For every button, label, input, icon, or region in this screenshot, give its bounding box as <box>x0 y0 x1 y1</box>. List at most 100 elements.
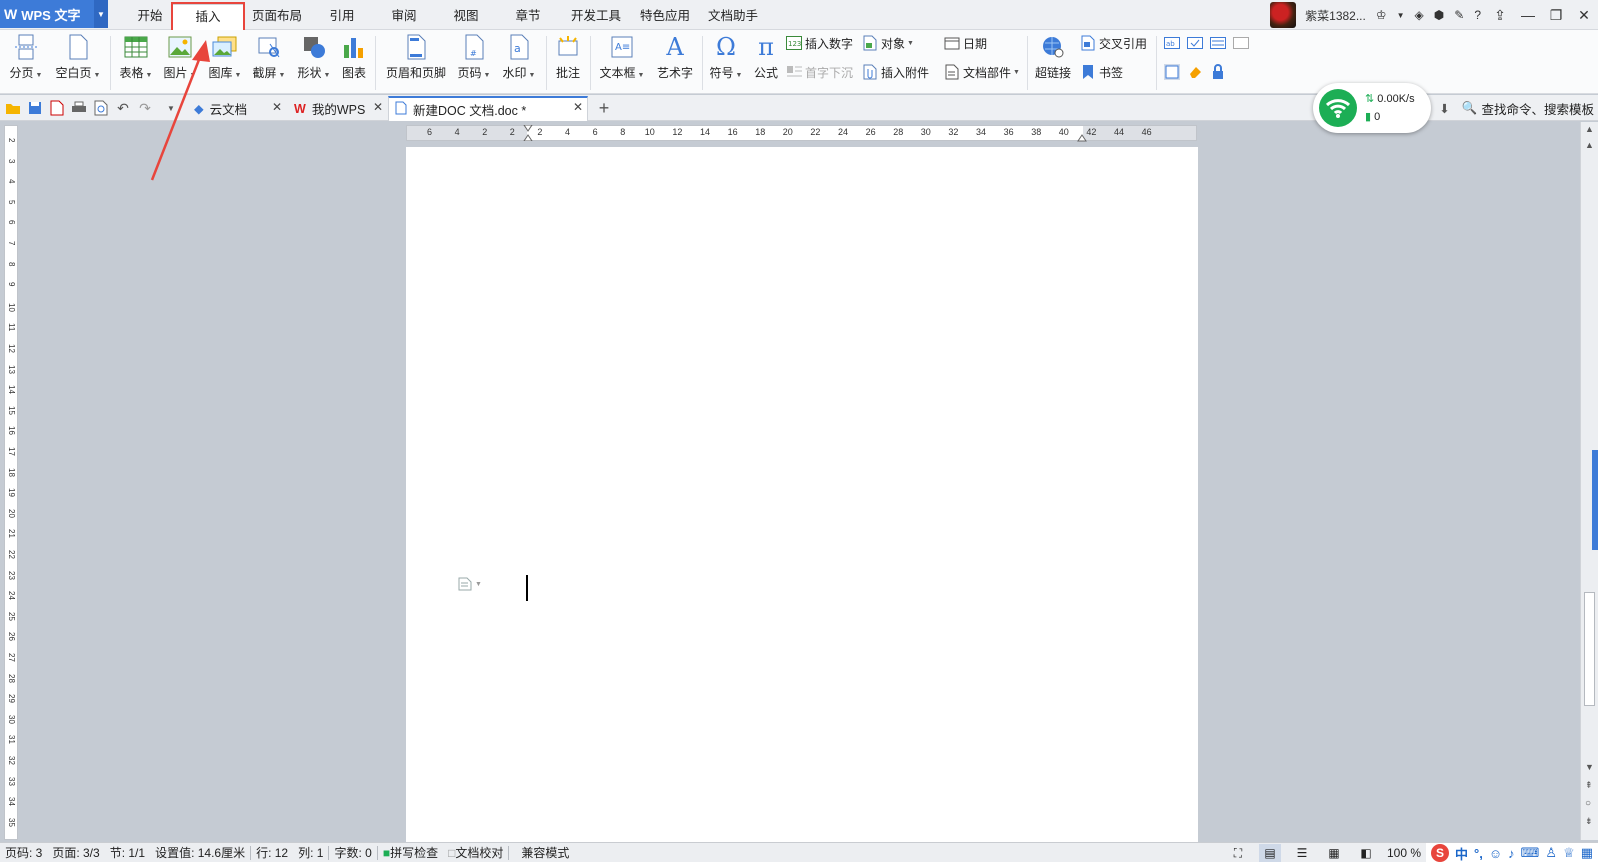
page-number-button[interactable]: # 页码 ▼ <box>455 33 493 81</box>
feedback-icon[interactable]: ✎ <box>1454 8 1464 22</box>
page-break-button[interactable]: 分页 ▼ <box>8 33 44 81</box>
header-footer-button[interactable]: 页眉和页脚 <box>385 33 447 81</box>
status-setting[interactable]: 设置值: 14.6厘米 <box>150 844 250 861</box>
new-tab-icon[interactable]: + <box>594 98 614 118</box>
scroll-up-icon[interactable]: ▲ <box>1585 124 1594 134</box>
right-indent-marker[interactable] <box>1077 132 1087 142</box>
share-icon[interactable]: ⇪ <box>1486 1 1514 29</box>
status-pages[interactable]: 页面: 3/3 <box>47 844 104 861</box>
ime-mode[interactable]: 中 <box>1455 844 1468 862</box>
tab-features[interactable]: 特色应用 <box>636 4 694 28</box>
close-icon[interactable]: ✕ <box>272 100 282 114</box>
dropdown-field-icon[interactable] <box>1210 35 1226 51</box>
network-speed-widget[interactable]: ⇅ 0.00K/s ▮ 0 <box>1313 83 1431 133</box>
status-words[interactable]: 字数: 0 <box>329 844 376 861</box>
sogou-icon[interactable]: S <box>1431 844 1450 862</box>
avatar[interactable] <box>1270 2 1297 28</box>
horizontal-ruler[interactable]: 6 4 2 2 2 4 6 8 10 12 14 16 18 20 22 24 26 28 30 32 34 36 38 40… <box>406 125 1197 142</box>
gallery-button[interactable]: 图库 ▼ <box>205 33 245 81</box>
prev-page-icon[interactable]: ⇞ <box>1585 780 1593 791</box>
close-icon[interactable]: ✕ <box>573 100 583 114</box>
zoom-level[interactable]: 100 % <box>1382 846 1426 860</box>
checkbox-icon[interactable] <box>1187 35 1203 51</box>
formula-button[interactable]: π 公式 <box>752 33 780 81</box>
print-preview-icon[interactable] <box>92 99 110 117</box>
insert-number-button[interactable]: 123 插入数字 <box>786 33 853 53</box>
mic-icon[interactable]: ♪ <box>1508 846 1515 861</box>
object-button[interactable]: 对象 ▼ <box>862 33 914 53</box>
lock-icon[interactable] <box>1210 64 1226 80</box>
shape-button[interactable]: 形状 ▼ <box>295 33 333 81</box>
page-view-icon[interactable]: ▤ <box>1258 844 1281 862</box>
tab-doc-assistant[interactable]: 文档助手 <box>704 4 762 28</box>
undo-icon[interactable]: ↶ <box>114 99 132 117</box>
status-section[interactable]: 节: 1/1 <box>105 844 150 861</box>
screenshot-button[interactable]: 截屏 ▼ <box>250 33 288 81</box>
qat-dropdown-icon[interactable]: ▼ <box>162 99 180 117</box>
app-dropdown-icon[interactable]: ▼ <box>94 0 108 28</box>
status-col[interactable]: 列: 1 <box>293 844 328 861</box>
indent-marker[interactable] <box>523 125 533 141</box>
status-page[interactable]: 页码: 3 <box>0 844 47 861</box>
settings-icon[interactable]: ⬢ <box>1434 8 1444 22</box>
attachment-button[interactable]: 插入附件 <box>862 62 929 82</box>
form-shading-icon[interactable] <box>1164 64 1180 80</box>
drop-cap-button[interactable]: 首字下沉 <box>786 62 853 82</box>
wordart-button[interactable]: A 艺术字 <box>655 33 695 81</box>
chevron-down-icon[interactable]: ▼ <box>1397 11 1405 20</box>
app-menu-button[interactable]: W WPS 文字 ▼ <box>0 0 108 28</box>
browse-object-icon[interactable]: ○ <box>1585 798 1591 809</box>
skin-icon[interactable]: ♕ <box>1563 845 1575 861</box>
open-folder-icon[interactable] <box>4 99 22 117</box>
symbol-button[interactable]: Ω 符号 ▼ <box>708 33 744 81</box>
next-page-icon[interactable]: ⇟ <box>1585 816 1593 827</box>
cross-ref-button[interactable]: 交叉引用 <box>1080 33 1147 53</box>
bookmark-button[interactable]: 书签 <box>1080 62 1123 82</box>
tab-chapter[interactable]: 章节 <box>506 4 550 28</box>
textbox-button[interactable]: A≡ 文本框 ▼ <box>598 33 646 81</box>
punctuation-icon[interactable]: °, <box>1474 846 1483 861</box>
pin-icon[interactable]: ⬇ <box>1439 101 1449 116</box>
watermark-button[interactable]: a 水印 ▼ <box>500 33 538 81</box>
toolbox-icon[interactable]: ▦ <box>1581 845 1593 861</box>
keyboard-icon[interactable]: ⌨ <box>1521 845 1540 861</box>
table-button[interactable]: 表格 ▼ <box>117 33 155 81</box>
minimize-icon[interactable]: — <box>1514 1 1542 29</box>
scroll-up-icon[interactable]: ▲ <box>1585 140 1594 150</box>
web-view-icon[interactable]: ▦ <box>1323 844 1345 862</box>
fullscreen-icon[interactable]: ⛶ <box>1227 844 1249 862</box>
tab-start[interactable]: 开始 <box>128 4 172 28</box>
outline-view-icon[interactable]: ☰ <box>1291 844 1313 862</box>
tab-developer[interactable]: 开发工具 <box>567 4 625 28</box>
close-icon[interactable]: ✕ <box>1570 1 1598 29</box>
hyperlink-button[interactable]: 超链接 <box>1033 33 1073 81</box>
crown-icon[interactable]: ♔ <box>1376 8 1387 22</box>
doc-parts-button[interactable]: 文档部件 ▼ <box>944 62 1020 82</box>
vertical-ruler[interactable]: 2 3 4 5 6 7 8 9 10 11 12 13 14 15 16 17 18 19 20 21 22 23 24 25… <box>4 125 18 840</box>
date-button[interactable]: 日期 <box>944 33 987 53</box>
redo-icon[interactable]: ↷ <box>136 99 154 117</box>
side-panel-tab[interactable] <box>1592 450 1598 550</box>
comment-button[interactable]: 批注 <box>553 33 583 81</box>
reading-mode-icon[interactable]: ◧ <box>1355 844 1377 862</box>
emoji-icon[interactable]: ☺ <box>1489 846 1502 861</box>
scroll-thumb[interactable] <box>1584 592 1595 706</box>
proofread-toggle[interactable]: □文档校对 <box>443 844 508 861</box>
blank-page-button[interactable]: 空白页 ▼ <box>53 33 103 81</box>
eraser-icon[interactable] <box>1187 64 1203 80</box>
spell-check-toggle[interactable]: ■拼写检查 <box>378 844 443 861</box>
save-icon[interactable] <box>26 99 44 117</box>
export-pdf-icon[interactable] <box>48 99 66 117</box>
print-icon[interactable] <box>70 99 88 117</box>
text-field-icon[interactable]: ab <box>1164 35 1180 51</box>
tab-current-doc[interactable]: 新建DOC 文档.doc * <box>388 96 588 121</box>
user-icon[interactable]: ♙ <box>1545 845 1557 861</box>
picture-button[interactable]: 图片 ▼ <box>162 33 198 81</box>
chart-button[interactable]: 图表 <box>340 33 368 81</box>
status-row[interactable]: 行: 12 <box>251 844 293 861</box>
skin-icon[interactable]: ◈ <box>1415 8 1424 22</box>
scroll-down-icon[interactable]: ▼ <box>1585 762 1594 772</box>
user-name[interactable]: 紫菜1382... <box>1305 7 1366 24</box>
tab-references[interactable]: 引用 <box>320 4 364 28</box>
tab-review[interactable]: 审阅 <box>382 4 426 28</box>
